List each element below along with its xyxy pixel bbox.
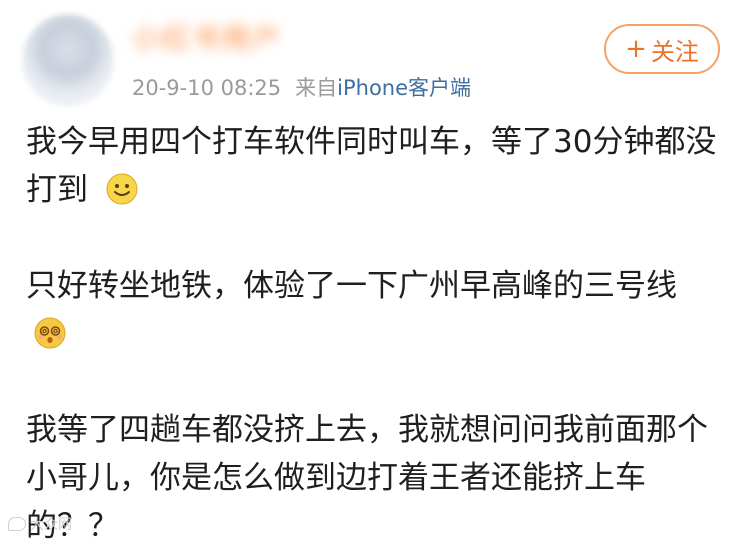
watermark-text: 大众网: [30, 517, 72, 533]
username[interactable]: 小红书用户: [132, 22, 282, 56]
follow-label: 关注: [650, 37, 699, 66]
post-body: 我今早用四个打车软件同时叫车，等了30分钟都没打到 只好转坐地铁，体验了一下广州…: [26, 118, 726, 550]
smile-emoji-icon: [106, 171, 138, 205]
follow-button[interactable]: + 关注: [604, 24, 720, 74]
client-name[interactable]: iPhone客户端: [337, 76, 471, 100]
post-header: 小红书用户 20-9-10 08:25 来自iPhone客户端 + 关注: [0, 0, 750, 110]
post-date: 20-9-10 08:25: [132, 76, 282, 100]
dizzy-emoji-icon: [34, 315, 66, 349]
avatar[interactable]: [22, 14, 114, 106]
post-paragraph-2: 只好转坐地铁，体验了一下广州早高峰的三号线: [26, 262, 726, 358]
post-paragraph-2-text: 只好转坐地铁，体验了一下广州早高峰的三号线: [26, 268, 677, 304]
post-paragraph-1: 我今早用四个打车软件同时叫车，等了30分钟都没打到: [26, 118, 726, 214]
plus-icon: +: [625, 34, 647, 64]
watermark-logo-icon: [8, 517, 26, 531]
watermark: 大众网: [8, 514, 72, 534]
post-meta: 20-9-10 08:25 来自iPhone客户端: [132, 72, 471, 102]
post-paragraph-3-text: 我等了四趟车都没挤上去，我就想问问我前面那个小哥儿，你是怎么做到边打着王者还能挤…: [26, 412, 708, 544]
source-prefix: 来自: [295, 76, 338, 100]
post-paragraph-3: 我等了四趟车都没挤上去，我就想问问我前面那个小哥儿，你是怎么做到边打着王者还能挤…: [26, 406, 726, 550]
